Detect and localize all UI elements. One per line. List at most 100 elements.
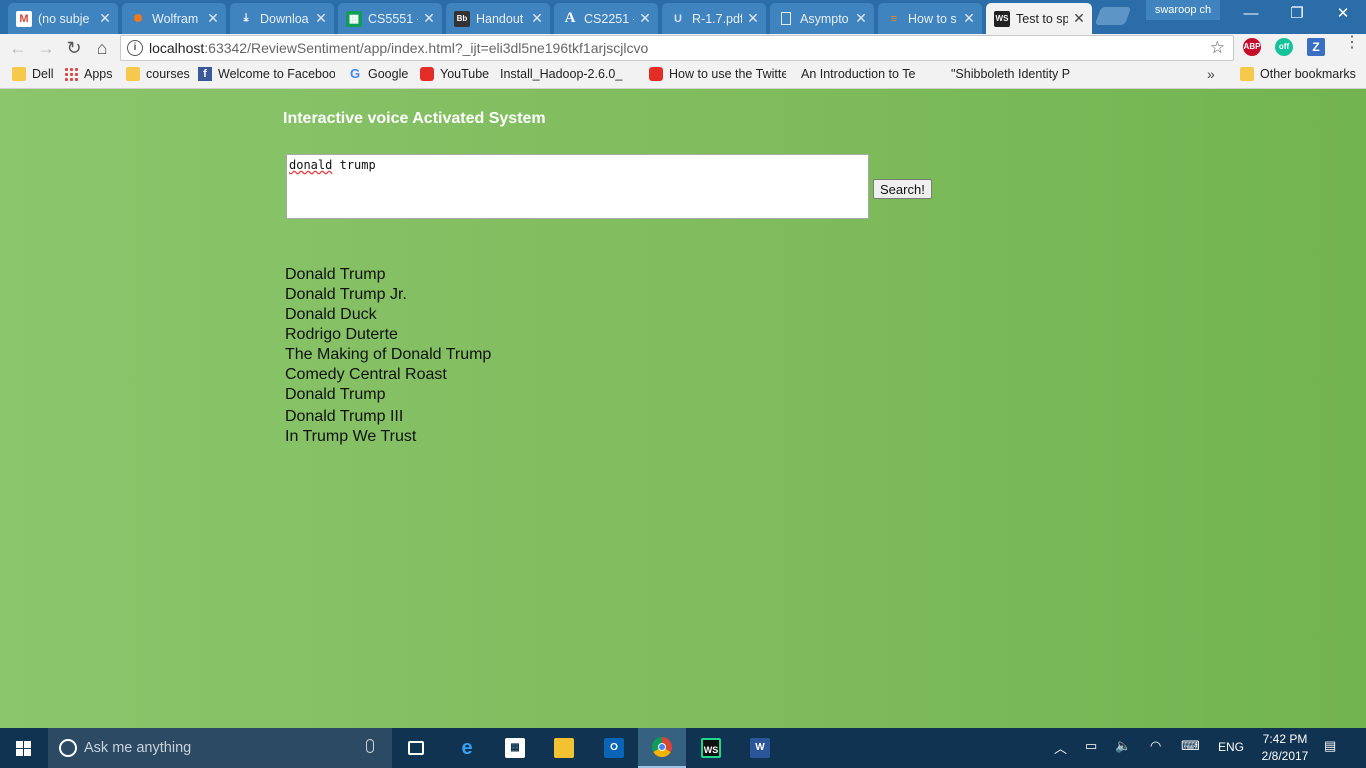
action-center-icon[interactable]: ▤	[1324, 738, 1336, 754]
close-icon[interactable]: ✕	[206, 10, 220, 27]
battery-icon[interactable]: ▭	[1085, 738, 1097, 754]
tab-asymptotic[interactable]: Asympto ✕	[770, 3, 874, 34]
language-indicator[interactable]: ENG	[1218, 740, 1244, 754]
search-placeholder: Ask me anything	[84, 740, 192, 756]
query-word: trump	[339, 158, 376, 172]
bookmark-star-icon[interactable]: ☆	[1210, 38, 1225, 58]
bookmark-label: Apps	[84, 67, 113, 81]
bookmark-apps[interactable]: Apps	[64, 67, 113, 81]
tab-pdf[interactable]: U R-1.7.pdf ✕	[662, 3, 766, 34]
tab-handout[interactable]: Bb Handout ✕	[446, 3, 550, 34]
font-a-icon: A	[564, 10, 576, 26]
bookmark-courses[interactable]: courses	[126, 67, 190, 81]
close-icon[interactable]: ✕	[314, 10, 328, 27]
close-icon[interactable]: ✕	[638, 10, 652, 27]
bookmark-hadoop[interactable]: Install_Hadoop-2.6.0_	[500, 67, 635, 81]
system-clock[interactable]: 7:42 PM 2/8/2017	[1254, 731, 1316, 765]
close-icon[interactable]: ✕	[746, 10, 760, 27]
start-button[interactable]	[0, 728, 48, 768]
extension-label: ABP	[1243, 42, 1261, 51]
menu-icon[interactable]: ⋮	[1344, 35, 1360, 51]
word-icon: W	[750, 738, 770, 758]
outlook-icon: O	[604, 738, 624, 758]
close-icon[interactable]: ✕	[962, 10, 976, 27]
bookmark-youtube[interactable]: YouTube	[420, 67, 489, 81]
taskbar-file-explorer[interactable]	[540, 728, 588, 768]
bookmark-facebook[interactable]: f Welcome to Facebook	[198, 67, 335, 81]
bookmark-label: Dell	[32, 67, 54, 81]
tab-strip: M (no subje ✕ ✺ Wolfram ✕ ⤓ Downloa ✕ ▦ …	[0, 0, 1366, 34]
result-item: Comedy Central Roast	[285, 366, 447, 383]
result-item: Donald Trump	[285, 386, 386, 403]
result-item: Donald Trump	[285, 266, 386, 283]
bookmark-label: Google	[368, 67, 409, 81]
cortana-icon	[59, 739, 77, 757]
info-icon[interactable]: i	[127, 40, 143, 56]
tab-cs2251[interactable]: A CS2251 - ✕	[554, 3, 658, 34]
grammarly-icon[interactable]: off	[1275, 38, 1293, 56]
taskbar-outlook[interactable]: O	[590, 728, 638, 768]
tab-title: Asympto	[800, 11, 849, 26]
close-icon[interactable]: ✕	[1072, 10, 1086, 27]
tab-title: Handout	[476, 11, 524, 26]
tab-cs5551[interactable]: ▦ CS5551 - ✕	[338, 3, 442, 34]
taskbar-edge[interactable]: e	[443, 728, 491, 768]
blackboard-icon: Bb	[454, 10, 470, 27]
tab-wolfram[interactable]: ✺ Wolfram ✕	[122, 3, 226, 34]
bookmark-introduction[interactable]: An Introduction to Te	[801, 67, 936, 81]
chevron-up-icon[interactable]: ︿	[1054, 738, 1067, 757]
minimize-icon[interactable]: —	[1228, 0, 1274, 28]
url-path: :63342/ReviewSentiment/app/index.html?_i…	[204, 40, 649, 56]
taskbar-word[interactable]: W	[736, 728, 784, 768]
bookmark-label: An Introduction to Te	[801, 67, 916, 81]
close-icon[interactable]: ✕	[98, 10, 112, 27]
restore-icon[interactable]: ❐	[1274, 0, 1320, 28]
url-text[interactable]: localhost:63342/ReviewSentiment/app/inde…	[149, 40, 648, 56]
cortana-search-box[interactable]: Ask me anything	[48, 728, 392, 768]
close-icon[interactable]: ✕	[530, 10, 544, 27]
bookmark-twitter[interactable]: How to use the Twitte	[649, 67, 786, 81]
page-icon	[778, 11, 794, 27]
tab-title: How to s	[908, 11, 957, 26]
back-arrow-icon[interactable]: ←	[6, 36, 30, 60]
taskbar-store[interactable]: ▦	[491, 728, 539, 768]
bookmark-shibboleth[interactable]: "Shibboleth Identity P	[951, 67, 1086, 81]
tab-gmail[interactable]: M (no subje ✕	[8, 3, 118, 34]
wifi-icon[interactable]: ◠	[1150, 738, 1161, 754]
adblock-icon[interactable]: ABP	[1243, 38, 1261, 56]
address-bar[interactable]: i localhost:63342/ReviewSentiment/app/in…	[120, 35, 1234, 61]
facebook-icon: f	[198, 67, 212, 81]
home-icon[interactable]: ⌂	[90, 36, 114, 60]
taskbar: Ask me anything e ▦ O WS W ︿ ▭ 🔈 ◠ ⌨ ENG…	[0, 728, 1366, 768]
google-icon: G	[349, 67, 361, 81]
profile-button[interactable]: swaroop ch	[1146, 0, 1220, 20]
search-button[interactable]: Search!	[873, 179, 932, 199]
taskbar-webstorm[interactable]: WS	[687, 728, 735, 768]
reload-icon[interactable]: ↻	[62, 36, 86, 60]
bookmark-label: "Shibboleth Identity P	[951, 67, 1071, 81]
bookmarks-overflow[interactable]: »	[1207, 66, 1215, 82]
volume-icon[interactable]: 🔈	[1115, 738, 1131, 754]
window-close-icon[interactable]: ✕	[1320, 0, 1366, 28]
close-icon[interactable]: ✕	[422, 10, 436, 27]
tab-how-to[interactable]: ≡ How to s ✕	[878, 3, 982, 34]
task-view-button[interactable]	[392, 728, 440, 768]
close-icon[interactable]: ✕	[854, 10, 868, 27]
bookmark-google[interactable]: G Google	[348, 67, 408, 81]
new-tab-button[interactable]	[1094, 7, 1132, 25]
forward-arrow-icon[interactable]: →	[34, 36, 58, 60]
zotero-icon[interactable]: Z	[1307, 38, 1325, 56]
tab-test-active[interactable]: WS Test to sp ✕	[986, 3, 1092, 34]
tab-downloads[interactable]: ⤓ Downloa ✕	[230, 3, 334, 34]
query-textarea[interactable]: donald trump	[286, 154, 869, 219]
edge-icon: e	[461, 737, 473, 759]
query-word-misspelled: donald	[289, 158, 333, 172]
result-item: Rodrigo Duterte	[285, 326, 398, 343]
microphone-icon[interactable]	[366, 739, 374, 753]
result-item: The Making of Donald Trump	[285, 346, 492, 363]
other-bookmarks[interactable]: Other bookmarks	[1240, 67, 1356, 81]
keyboard-icon[interactable]: ⌨	[1181, 738, 1200, 754]
bookmark-dell[interactable]: Dell	[12, 67, 54, 81]
folder-icon	[12, 67, 26, 81]
taskbar-chrome[interactable]	[638, 728, 686, 768]
